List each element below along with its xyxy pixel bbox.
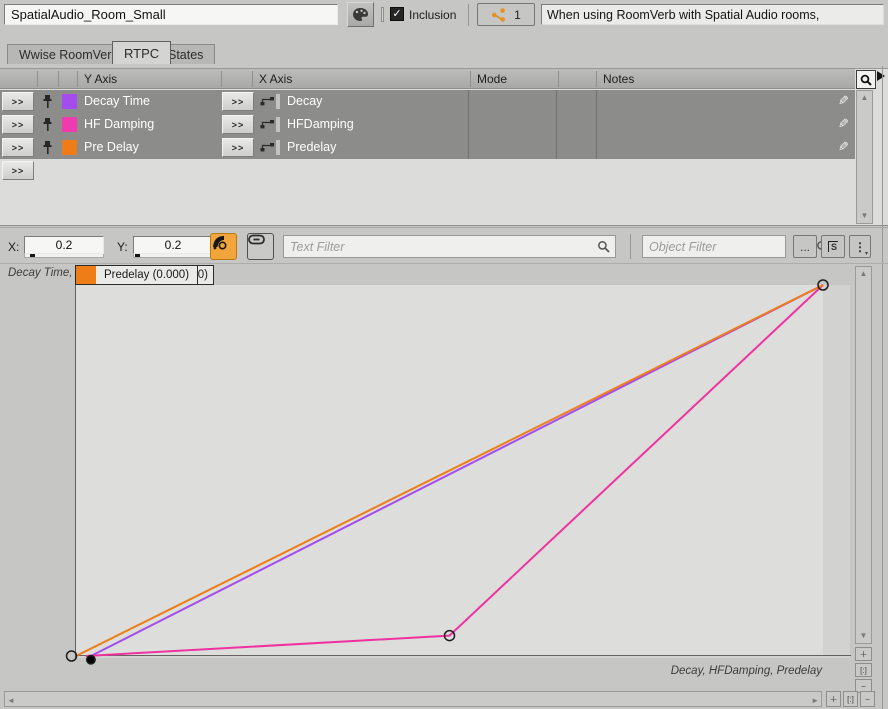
col-header-mode[interactable]: Mode	[477, 72, 507, 86]
x-param-name: Decay	[287, 94, 322, 108]
zoom-in-vertical-button[interactable]: ＋	[855, 647, 872, 661]
game-parameter-icon	[260, 118, 275, 130]
zoom-fit-horizontal-button[interactable]: [:]	[843, 691, 858, 707]
point-y-input[interactable]	[133, 236, 213, 254]
tooltip-value-label: Predelay (0.000)	[96, 269, 197, 281]
y-mini-slider[interactable]	[133, 254, 213, 258]
x-param-handle	[276, 94, 280, 109]
y-coord-label: Y:	[117, 240, 128, 254]
inclusion-checkbox[interactable]: ✓	[390, 7, 404, 21]
col-header-notes[interactable]: Notes	[603, 72, 634, 86]
scroll-down-icon[interactable]: ▼	[856, 630, 871, 642]
table-search-button[interactable]	[856, 70, 876, 89]
graph-x-axis-caption: Decay, HFDamping, Predelay	[500, 665, 822, 677]
expand-y-button[interactable]: >>	[2, 138, 34, 157]
game-parameter-icon	[260, 141, 275, 153]
expand-x-button[interactable]: >>	[222, 138, 254, 157]
graph-vertical-scrollbar[interactable]: ▲ ▼	[855, 266, 872, 644]
edit-notes-icon[interactable]: ✎	[838, 116, 849, 132]
add-rtpc-button[interactable]: >>	[2, 161, 34, 180]
curve-toolbar: X: Y:	[0, 227, 888, 264]
expand-x-button[interactable]: >>	[222, 92, 254, 111]
expand-x-button[interactable]: >>	[222, 115, 254, 134]
col-header-x-axis[interactable]: X Axis	[259, 72, 292, 86]
tab-rtpc[interactable]: RTPC	[112, 41, 171, 64]
rtpc-curves-canvas[interactable]	[76, 285, 851, 668]
toolbar-grip	[381, 7, 384, 22]
link-indicator-button[interactable]	[247, 233, 274, 260]
table-header-row: Y Axis X Axis Mode Notes	[0, 69, 855, 89]
palette-icon	[352, 7, 369, 22]
object-name-input[interactable]	[4, 4, 338, 25]
share-references-icon	[491, 8, 506, 22]
curve-color-swatch[interactable]	[62, 117, 77, 132]
expand-y-button[interactable]: >>	[2, 92, 34, 111]
curve-point[interactable]	[67, 651, 77, 661]
pin-icon[interactable]	[42, 140, 53, 155]
panel-splitter[interactable]	[882, 66, 883, 709]
scroll-left-icon[interactable]: ◄	[7, 695, 15, 707]
designer-sync-icon: S	[828, 241, 838, 252]
tooltip-curve-swatch	[76, 266, 96, 284]
selected-curve-point[interactable]	[87, 656, 95, 664]
y-param-name: HF Damping	[84, 117, 154, 131]
color-palette-button[interactable]	[347, 2, 374, 27]
expand-y-button[interactable]: >>	[2, 115, 34, 134]
search-icon	[597, 240, 610, 253]
game-parameter-icon	[260, 95, 275, 107]
x-param-handle	[276, 117, 280, 132]
separator	[630, 234, 631, 259]
graph-horizontal-scrollbar[interactable]: ◄ ►	[4, 691, 822, 707]
col-header-y-axis[interactable]: Y Axis	[84, 72, 117, 86]
point-x-input[interactable]	[24, 236, 104, 254]
separator	[468, 4, 469, 26]
reference-count: 1	[514, 8, 521, 22]
zoom-in-horizontal-button[interactable]: ＋	[826, 691, 841, 707]
scroll-up-icon[interactable]: ▲	[856, 268, 871, 280]
curve-points-toggle-button[interactable]	[210, 233, 237, 260]
caret-down-icon: ▾	[865, 250, 868, 257]
pin-icon[interactable]	[42, 94, 53, 109]
more-options-button[interactable]: ...	[793, 235, 817, 258]
curve-color-swatch[interactable]	[62, 140, 77, 155]
table-row[interactable]: >> Pre Delay >> Predelay ✎	[0, 136, 855, 159]
search-icon	[860, 74, 872, 86]
curve-points-icon	[211, 234, 228, 251]
table-vertical-scrollbar[interactable]: ▲ ▼	[856, 90, 873, 224]
curve-color-swatch[interactable]	[62, 94, 77, 109]
edit-notes-icon[interactable]: ✎	[838, 93, 849, 109]
x-mini-slider[interactable]	[24, 254, 104, 258]
references-button[interactable]: 1	[477, 3, 535, 26]
scroll-up-icon[interactable]: ▲	[857, 92, 872, 104]
text-filter-input[interactable]	[284, 240, 597, 254]
x-coord-label: X:	[8, 240, 19, 254]
panel-expand-arrow-icon[interactable]	[877, 71, 885, 81]
object-filter-input[interactable]	[643, 240, 816, 254]
y-param-name: Pre Delay	[84, 140, 139, 154]
scroll-right-icon[interactable]: ►	[811, 695, 819, 707]
zoom-out-horizontal-button[interactable]: −	[860, 691, 875, 707]
pin-icon[interactable]	[42, 117, 53, 132]
link-icon	[248, 234, 265, 245]
curve-tooltip: Predelay (0.000)	[75, 265, 198, 285]
show-in-designer-button[interactable]: S	[821, 235, 845, 258]
text-filter-field	[283, 235, 616, 258]
wwise-rtpc-editor: ✓ Inclusion 1 Wwise RoomVerb RTPC States…	[0, 0, 888, 709]
table-row[interactable]: >> Decay Time >> Decay ✎	[0, 90, 855, 113]
object-filter-field	[642, 235, 786, 258]
x-param-handle	[276, 140, 280, 155]
view-menu-button[interactable]: ⋮ ▾	[849, 235, 871, 258]
edit-notes-icon[interactable]: ✎	[838, 139, 849, 155]
x-param-name: HFDamping	[287, 117, 354, 131]
object-notes-input[interactable]	[541, 4, 884, 25]
inclusion-label: Inclusion	[409, 8, 456, 22]
rtpc-curve-graph[interactable]	[75, 285, 850, 658]
y-param-name: Decay Time	[84, 94, 150, 108]
scroll-down-icon[interactable]: ▼	[857, 210, 872, 222]
table-row[interactable]: >> HF Damping >> HFDamping ✎	[0, 113, 855, 136]
x-param-name: Predelay	[287, 140, 336, 154]
curve-pre-delay[interactable]	[76, 285, 823, 656]
zoom-fit-vertical-button[interactable]: [:]	[855, 663, 872, 677]
rtpc-assignment-table: Y Axis X Axis Mode Notes >> Decay Time >…	[0, 68, 888, 226]
